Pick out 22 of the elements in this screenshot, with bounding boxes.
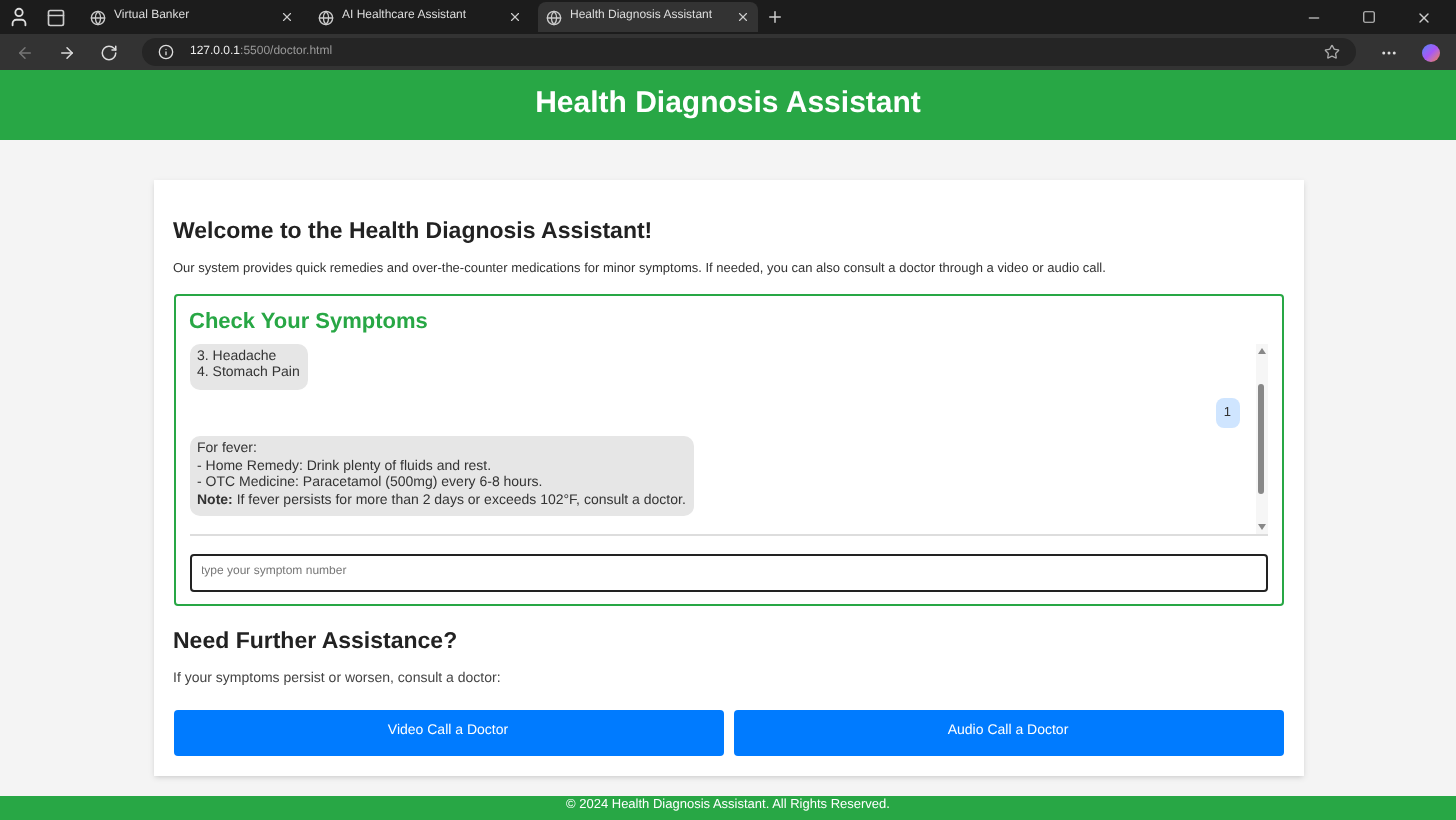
scrollbar[interactable]: [1255, 343, 1267, 533]
forward-icon[interactable]: [58, 43, 76, 61]
close-icon[interactable]: [508, 10, 522, 24]
copilot-icon[interactable]: [1422, 43, 1440, 61]
profile-icon[interactable]: [8, 6, 30, 28]
reload-icon[interactable]: [100, 43, 118, 61]
favorite-icon[interactable]: [1324, 44, 1340, 60]
welcome-title: Welcome to the Health Diagnosis Assistant!: [173, 218, 655, 248]
assistance-title: Need Further Assistance?: [173, 628, 460, 658]
new-tab-icon[interactable]: [766, 8, 784, 26]
chat-title: Check Your Symptoms: [189, 308, 430, 338]
close-window-icon[interactable]: [1416, 9, 1432, 25]
close-icon[interactable]: [280, 10, 294, 24]
globe-icon: [318, 9, 334, 25]
maximize-icon[interactable]: [1362, 10, 1376, 24]
back-icon[interactable]: [16, 43, 34, 61]
header-title: Health Diagnosis Assistant: [535, 84, 921, 125]
close-icon[interactable]: [736, 10, 750, 24]
globe-icon: [546, 9, 562, 25]
info-icon: [158, 44, 174, 60]
globe-icon: [90, 9, 106, 25]
tab-actions-icon[interactable]: [46, 7, 66, 27]
